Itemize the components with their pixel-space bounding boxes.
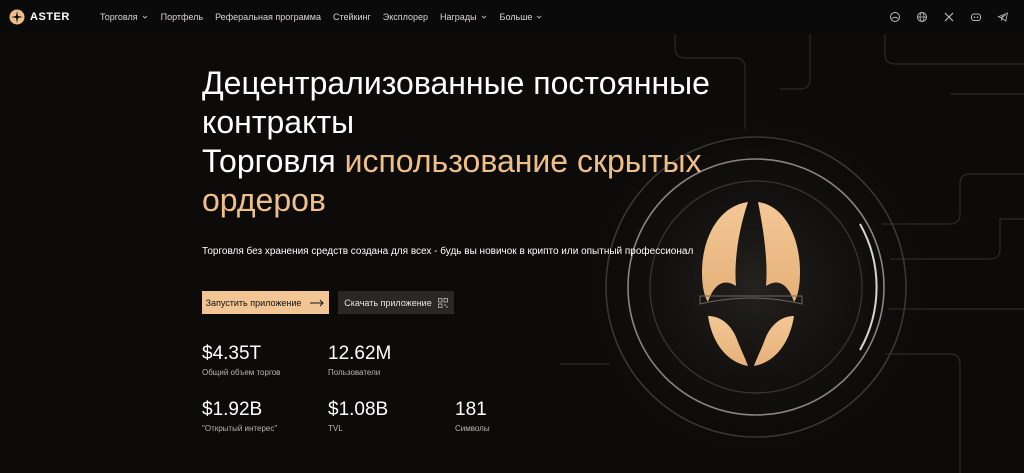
nav-item-label: Портфель: [160, 12, 204, 22]
nav-item-staking[interactable]: Стейкинг: [333, 12, 371, 22]
nav-item-referral[interactable]: Реферальная программа: [215, 12, 321, 22]
heading-plain: Торговля: [202, 143, 336, 179]
brand-name: ASTER: [30, 11, 70, 23]
stat-value: $1.08B: [328, 399, 389, 420]
heading-line-2: контракты: [202, 104, 355, 140]
x-icon[interactable]: [941, 9, 956, 24]
nav-item-label: Больше: [499, 12, 533, 22]
stat-value: $4.35T: [202, 343, 262, 364]
aster-logo-icon: [9, 9, 25, 25]
heading-line-4: ордеров: [202, 182, 326, 218]
stat-label: "Открытый интерес": [202, 424, 278, 433]
stat-tvl: $1.08B TVL: [328, 399, 388, 433]
qr-code-icon: [437, 297, 448, 308]
stat-total-volume: $4.35T Общий объем торгов: [202, 343, 280, 377]
nav-item-label: Награды: [440, 12, 477, 22]
nav-item-portfolio[interactable]: Портфель: [161, 12, 203, 22]
top-navigation: ASTER Торговля Портфель Реферальная прог…: [0, 0, 1024, 34]
stat-label: Символы: [455, 424, 490, 433]
stat-value: 12.62M: [328, 343, 392, 364]
arrow-right-icon: [310, 299, 325, 306]
stat-open-interest: $1.92B "Открытый интерес": [202, 399, 277, 433]
stat-symbols: 181 Символы: [455, 399, 490, 433]
download-app-button[interactable]: Скачать приложение: [338, 291, 454, 314]
nav-item-more[interactable]: Больше: [500, 12, 544, 22]
stat-value: 181: [455, 399, 487, 420]
nav-item-trading[interactable]: Торговля: [100, 12, 149, 22]
stat-label: Пользователи: [328, 368, 381, 377]
stat-value: $1.92B: [202, 399, 263, 420]
nav-item-label: Торговля: [100, 12, 138, 22]
globe-icon[interactable]: [914, 9, 929, 24]
stat-users: 12.62M Пользователи: [328, 343, 391, 377]
heading-line-1: Децентрализованные постоянные: [202, 65, 710, 101]
nav-item-rewards[interactable]: Награды: [440, 12, 488, 22]
nav-item-label: Реферальная программа: [215, 12, 321, 22]
nav-item-label: Стейкинг: [332, 12, 371, 22]
telegram-icon[interactable]: [995, 9, 1010, 24]
stat-label: Общий объем торгов: [202, 368, 281, 377]
stat-label: TVL: [328, 424, 343, 433]
nav-item-explorer[interactable]: Эксплорер: [383, 12, 428, 22]
heading-accent: использование скрытых: [344, 143, 702, 179]
chevron-down-icon: [142, 15, 147, 19]
chevron-down-icon: [481, 15, 486, 19]
launch-app-label: Запустить приложение: [205, 297, 302, 308]
download-app-label: Скачать приложение: [344, 297, 432, 308]
heading-line-3: Торговля использование скрытых: [202, 142, 802, 181]
brand-logo[interactable]: ASTER: [9, 9, 70, 25]
nav-icon-group: [887, 9, 1010, 24]
hero-heading: Децентрализованные постоянные контракты …: [202, 64, 802, 220]
theme-icon[interactable]: [887, 9, 902, 24]
discord-icon[interactable]: [968, 9, 983, 24]
hero-subtitle: Торговля без хранения средств создана дл…: [202, 246, 694, 257]
nav-item-label: Эксплорер: [382, 12, 429, 22]
chevron-down-icon: [537, 15, 542, 19]
launch-app-button[interactable]: Запустить приложение: [202, 291, 329, 314]
main-menu: Торговля Портфель Реферальная программа …: [100, 0, 543, 34]
